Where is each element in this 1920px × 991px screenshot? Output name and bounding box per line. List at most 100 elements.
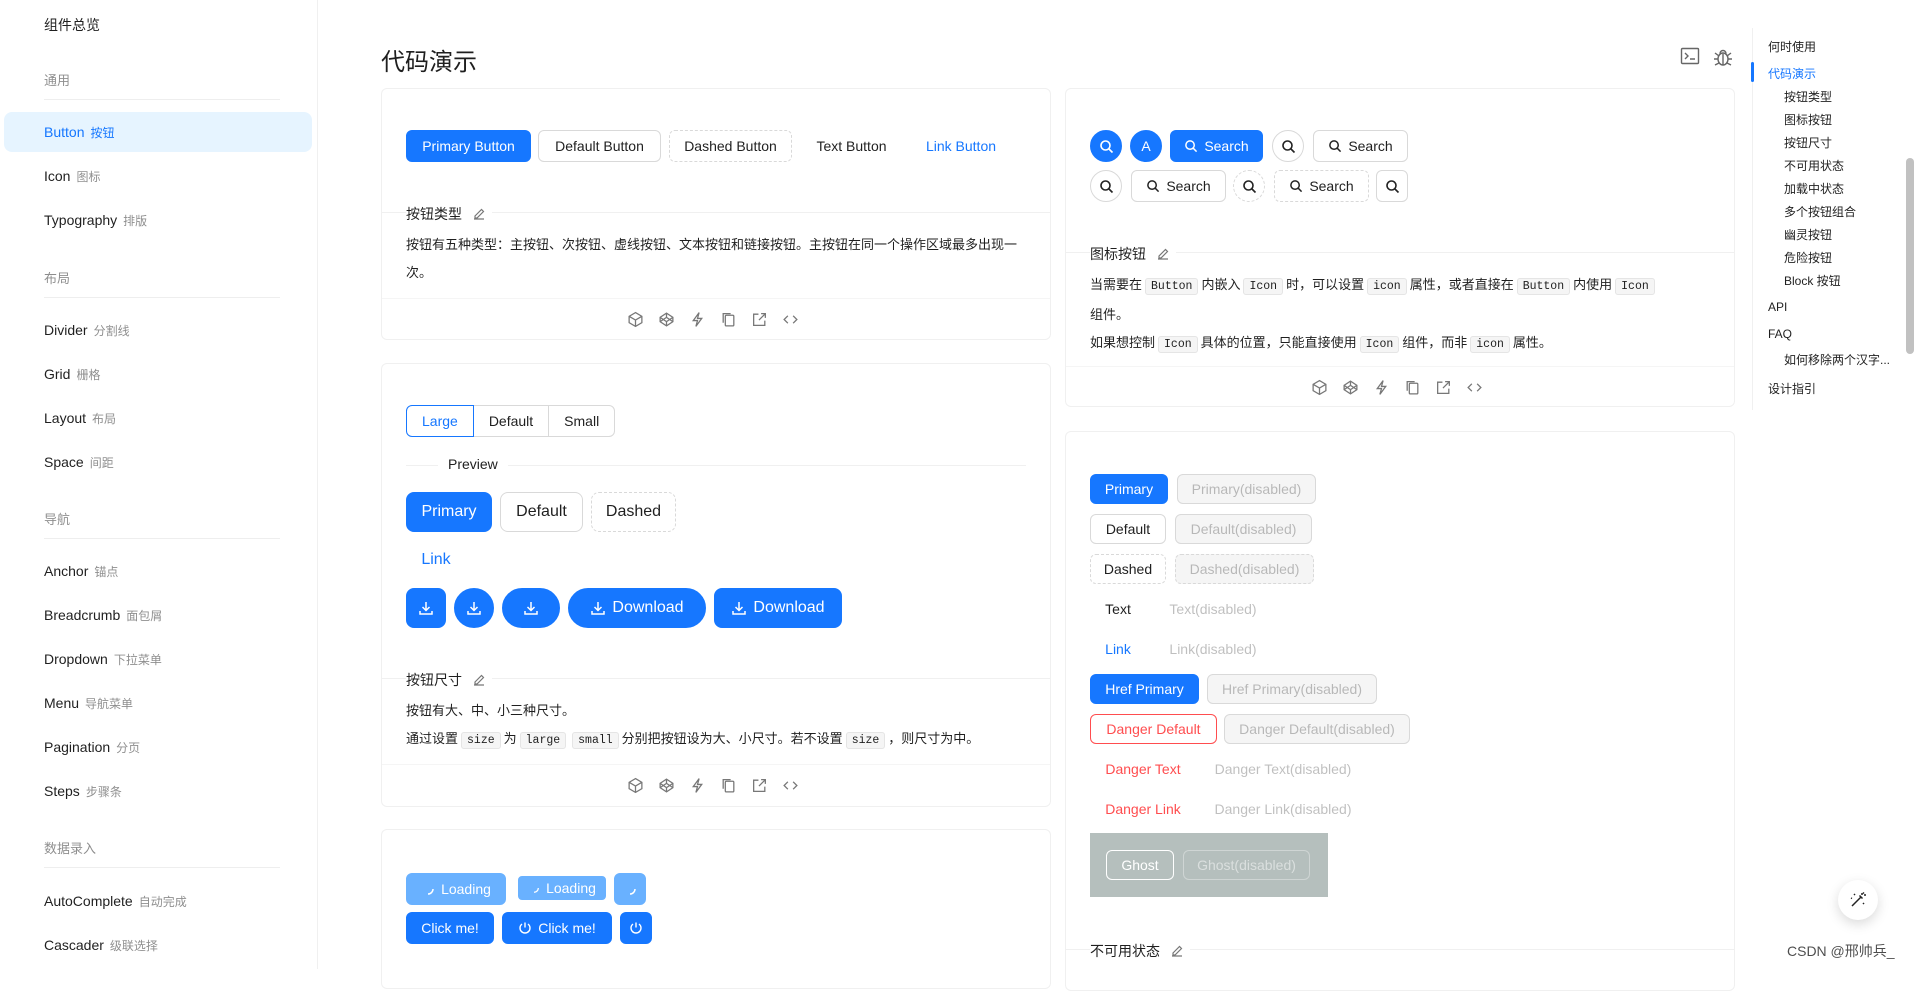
thunderbolt-icon[interactable] <box>689 777 706 794</box>
codepen-icon[interactable] <box>658 311 675 328</box>
sidebar-item-button[interactable]: Button 按钮 <box>44 124 115 141</box>
toc-link[interactable]: 加载中状态 <box>1784 180 1844 197</box>
toc-link[interactable]: API <box>1768 300 1787 314</box>
sidebar-item-grid[interactable]: Grid 栅格 <box>44 366 100 383</box>
download-round-text-button[interactable]: Download <box>568 588 706 628</box>
edit-icon[interactable] <box>1156 247 1170 261</box>
sidebar-item-autocomplete[interactable]: AutoComplete 自动完成 <box>44 893 187 910</box>
toc-link[interactable]: 设计指引 <box>1768 380 1816 397</box>
sidebar-item-typography[interactable]: Typography 排版 <box>44 212 147 229</box>
search-icon-button[interactable] <box>1376 170 1408 202</box>
click-me-button[interactable]: Click me! <box>406 912 494 944</box>
toc-link[interactable]: 按钮类型 <box>1784 88 1832 105</box>
code-icon[interactable] <box>782 311 799 328</box>
codepen-icon[interactable] <box>658 777 675 794</box>
ghost-button[interactable]: Ghost <box>1106 850 1174 880</box>
default-button[interactable]: Default Button <box>538 130 661 162</box>
search-dashed-button[interactable]: Search <box>1274 170 1369 202</box>
codesandbox-icon[interactable] <box>627 311 644 328</box>
external-link-icon[interactable] <box>751 311 768 328</box>
toc-link[interactable]: 图标按钮 <box>1784 111 1832 128</box>
sidebar-item-layout[interactable]: Layout 布局 <box>44 410 116 427</box>
text-button[interactable]: Text Button <box>800 130 903 162</box>
poweroff-icon-button[interactable] <box>620 912 652 944</box>
toc-link[interactable]: 代码演示 <box>1768 65 1816 82</box>
loading-button[interactable]: Loading <box>406 873 506 905</box>
sidebar-item-cascader[interactable]: Cascader 级联选择 <box>44 937 158 954</box>
external-link-icon[interactable] <box>1435 379 1452 396</box>
toc-link[interactable]: 何时使用 <box>1768 38 1816 55</box>
bug-icon[interactable] <box>1712 46 1734 68</box>
download-icon-button[interactable] <box>406 588 446 628</box>
size-small-radio[interactable]: Small <box>548 405 616 437</box>
copy-icon[interactable] <box>1404 379 1421 396</box>
danger-link-button[interactable]: Danger Link <box>1090 794 1196 824</box>
edit-icon[interactable] <box>1170 944 1184 958</box>
sidebar-item-breadcrumb[interactable]: Breadcrumb 面包屑 <box>44 607 162 624</box>
sidebar-item-anchor[interactable]: Anchor 锚点 <box>44 563 118 580</box>
dashed-button[interactable]: Dashed Button <box>669 130 792 162</box>
theme-switch-button[interactable] <box>1838 880 1878 920</box>
toc-link[interactable]: FAQ <box>1768 327 1792 341</box>
large-default-button[interactable]: Default <box>500 492 583 532</box>
code-icon[interactable] <box>1466 379 1483 396</box>
search-circle-button[interactable] <box>1272 130 1304 162</box>
search-primary-button[interactable]: Search <box>1170 130 1263 162</box>
primary-button[interactable]: Primary <box>1090 474 1168 504</box>
loading-small-button[interactable]: Loading <box>518 876 606 900</box>
search-default-button[interactable]: Search <box>1313 130 1408 162</box>
sidebar-item-pagination[interactable]: Pagination 分页 <box>44 739 140 756</box>
link-button[interactable]: Link Button <box>910 130 1012 162</box>
letter-circle-button[interactable]: A <box>1130 130 1162 162</box>
search-circle-primary-button[interactable] <box>1090 130 1122 162</box>
search-circle-button[interactable] <box>1090 170 1122 202</box>
sidebar-item-steps[interactable]: Steps 步骤条 <box>44 783 122 800</box>
default-button[interactable]: Default <box>1090 514 1166 544</box>
search-default-button[interactable]: Search <box>1131 170 1226 202</box>
danger-default-button[interactable]: Danger Default <box>1090 714 1217 744</box>
size-large-radio[interactable]: Large <box>406 405 474 437</box>
sidebar-item-overview[interactable]: 组件总览 <box>44 15 100 35</box>
sidebar-item-icon[interactable]: Icon 图标 <box>44 168 100 185</box>
large-link-button[interactable]: Link <box>406 540 466 580</box>
click-me-poweroff-button[interactable]: Click me! <box>502 912 612 944</box>
toc-link[interactable]: 幽灵按钮 <box>1784 226 1832 243</box>
sidebar-item-space[interactable]: Space 间距 <box>44 454 114 471</box>
toc-link[interactable]: 危险按钮 <box>1784 249 1832 266</box>
toc-link[interactable]: 按钮尺寸 <box>1784 134 1832 151</box>
sidebar-item-menu[interactable]: Menu 导航菜单 <box>44 695 133 712</box>
download-round-button[interactable] <box>502 588 560 628</box>
thunderbolt-icon[interactable] <box>689 311 706 328</box>
toc-link[interactable]: 多个按钮组合 <box>1784 203 1856 220</box>
edit-icon[interactable] <box>472 207 486 221</box>
thunderbolt-icon[interactable] <box>1373 379 1390 396</box>
search-circle-dashed-button[interactable] <box>1233 170 1265 202</box>
copy-icon[interactable] <box>720 311 737 328</box>
dashed-button[interactable]: Dashed <box>1090 554 1166 584</box>
href-primary-button[interactable]: Href Primary <box>1090 674 1199 704</box>
sidebar-item-divider[interactable]: Divider 分割线 <box>44 322 130 339</box>
link-button[interactable]: Link <box>1090 634 1146 664</box>
code-icon[interactable] <box>782 777 799 794</box>
scrollbar-thumb[interactable] <box>1906 158 1914 354</box>
large-primary-button[interactable]: Primary <box>406 492 492 532</box>
edit-icon[interactable] <box>472 673 486 687</box>
copy-icon[interactable] <box>720 777 737 794</box>
primary-button[interactable]: Primary Button <box>406 130 531 162</box>
text-button[interactable]: Text <box>1090 594 1146 624</box>
terminal-icon[interactable] <box>1680 46 1702 68</box>
danger-text-button[interactable]: Danger Text <box>1090 754 1196 784</box>
download-text-button[interactable]: Download <box>714 588 842 628</box>
loading-icon-button[interactable] <box>614 873 646 905</box>
toc-link[interactable]: 不可用状态 <box>1784 157 1844 174</box>
codepen-icon[interactable] <box>1342 379 1359 396</box>
external-link-icon[interactable] <box>751 777 768 794</box>
codesandbox-icon[interactable] <box>627 777 644 794</box>
download-circle-button[interactable] <box>454 588 494 628</box>
large-dashed-button[interactable]: Dashed <box>591 492 676 532</box>
sidebar-item-dropdown[interactable]: Dropdown 下拉菜单 <box>44 651 162 668</box>
toc-link[interactable]: 如何移除两个汉字... <box>1784 351 1890 368</box>
codesandbox-icon[interactable] <box>1311 379 1328 396</box>
size-default-radio[interactable]: Default <box>472 405 550 437</box>
toc-link[interactable]: Block 按钮 <box>1784 272 1841 289</box>
